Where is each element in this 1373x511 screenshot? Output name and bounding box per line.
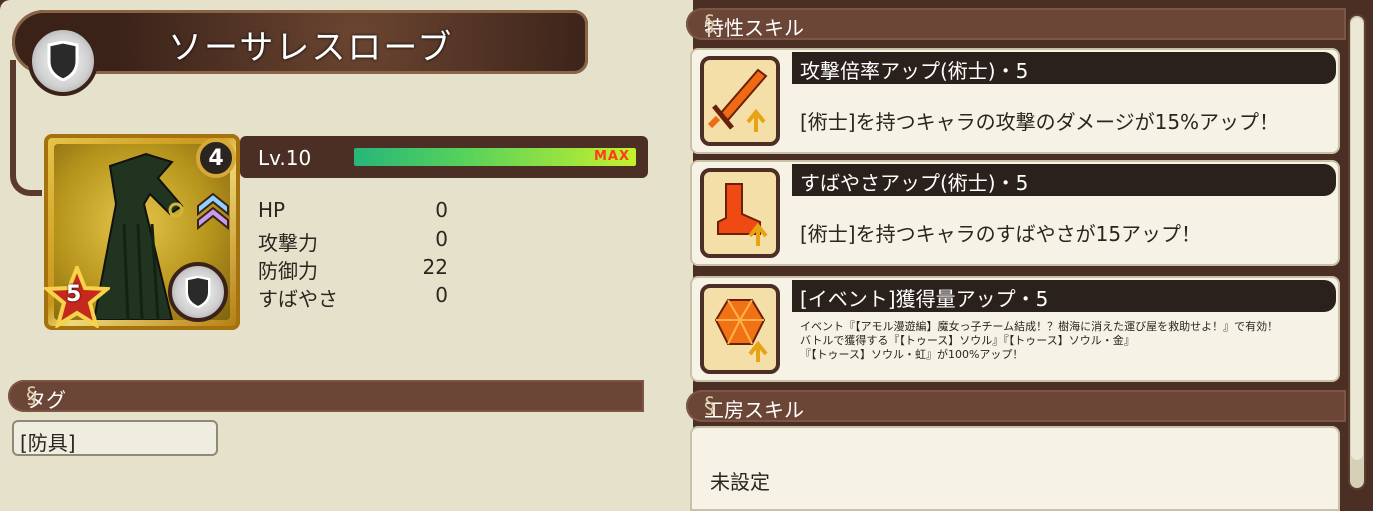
skill-title-bar: すばやさアップ(術士)・5 [792, 164, 1336, 196]
skill-description-line: バトルで獲得する『【トゥース】ソウル』『【トゥース】ソウル・金』 [800, 334, 1135, 347]
stat-value: 0 [435, 283, 448, 307]
scroll-curl-icon: § [704, 394, 715, 419]
workshop-skill-section-header: 工房スキル § [686, 390, 1346, 422]
tag-section-header: タグ § [8, 380, 644, 412]
rarity-star-icon: 5 [41, 262, 113, 330]
skill-card-attack[interactable]: 攻撃倍率アップ(術士)・5 [術士]を持つキャラの攻撃のダメージが15%アップ！ [690, 48, 1340, 154]
skill-card-speed[interactable]: すばやさアップ(術士)・5 [術士]を持つキャラのすばやさが15アップ！ [690, 160, 1340, 266]
scroll-curl-icon: § [704, 12, 715, 37]
skill-title-bar: [イベント]獲得量アップ・5 [792, 280, 1336, 312]
skill-title: 攻撃倍率アップ(術士)・5 [800, 59, 1029, 83]
stat-label: 攻撃力 [258, 231, 318, 255]
sword-up-icon [700, 56, 780, 146]
stat-row-defense: 防御力 22 [258, 255, 448, 283]
trait-skill-section-header: 特性スキル § [686, 8, 1346, 40]
skill-description: [術士]を持つキャラの攻撃のダメージが15%アップ！ [800, 110, 1280, 134]
stat-value: 0 [435, 198, 448, 222]
exp-gauge: MAX [354, 148, 636, 166]
scroll-curl-icon: § [26, 384, 37, 409]
rank-chevrons-icon [197, 192, 229, 231]
stat-row-hp: HP 0 [258, 198, 448, 224]
skill-title-bar: 攻撃倍率アップ(術士)・5 [792, 52, 1336, 84]
armor-type-shield-icon [28, 26, 98, 96]
stat-label: HP [258, 198, 286, 222]
stat-label: 防御力 [258, 259, 318, 283]
armor-shield-badge-icon [168, 262, 228, 322]
exp-max-label: MAX [593, 149, 630, 164]
rarity-value: 5 [66, 282, 82, 307]
stat-value: 0 [435, 227, 448, 251]
stat-row-attack: 攻撃力 0 [258, 227, 448, 255]
skill-card-event[interactable]: [イベント]獲得量アップ・5 イベント『【アモル漫遊編】魔女っ子チーム結成！？樹… [690, 276, 1340, 382]
level-badge: 4 [196, 138, 236, 178]
skill-description-line: 『【トゥース】ソウル・虹』が100%アップ！ [800, 348, 1024, 361]
tag-chip[interactable]: [防具] [12, 420, 218, 456]
boot-up-icon [700, 168, 780, 258]
level-bar: Lv.10 MAX [240, 136, 648, 178]
stat-label: すばやさ [258, 287, 338, 311]
tag-panel: タグ § [防具] [2, 368, 654, 511]
gem-up-icon [700, 284, 780, 374]
item-title-banner: ソーサレスローブ [12, 10, 588, 74]
item-name: ソーサレスローブ [168, 28, 454, 68]
workshop-skill-box[interactable]: 未設定 [690, 426, 1340, 511]
skill-title: [イベント]獲得量アップ・5 [800, 287, 1049, 311]
skill-description: [術士]を持つキャラのすばやさが15アップ！ [800, 222, 1202, 246]
skill-description: イベント『【アモル漫遊編】魔女っ子チーム結成！？樹海に消えた運び屋を救助せよ！』… [800, 320, 1336, 362]
workshop-skill-value: 未設定 [710, 470, 770, 494]
skill-title: すばやさアップ(術士)・5 [800, 171, 1029, 195]
skill-description-line: イベント『【アモル漫遊編】魔女っ子チーム結成！？樹海に消えた運び屋を救助せよ！』… [800, 320, 1279, 333]
stat-value: 22 [422, 255, 448, 279]
scrollbar-thumb[interactable] [1351, 18, 1363, 460]
tag-chip-label: [防具] [20, 431, 76, 455]
stat-row-speed: すばやさ 0 [258, 283, 448, 311]
level-label: Lv.10 [258, 146, 312, 170]
